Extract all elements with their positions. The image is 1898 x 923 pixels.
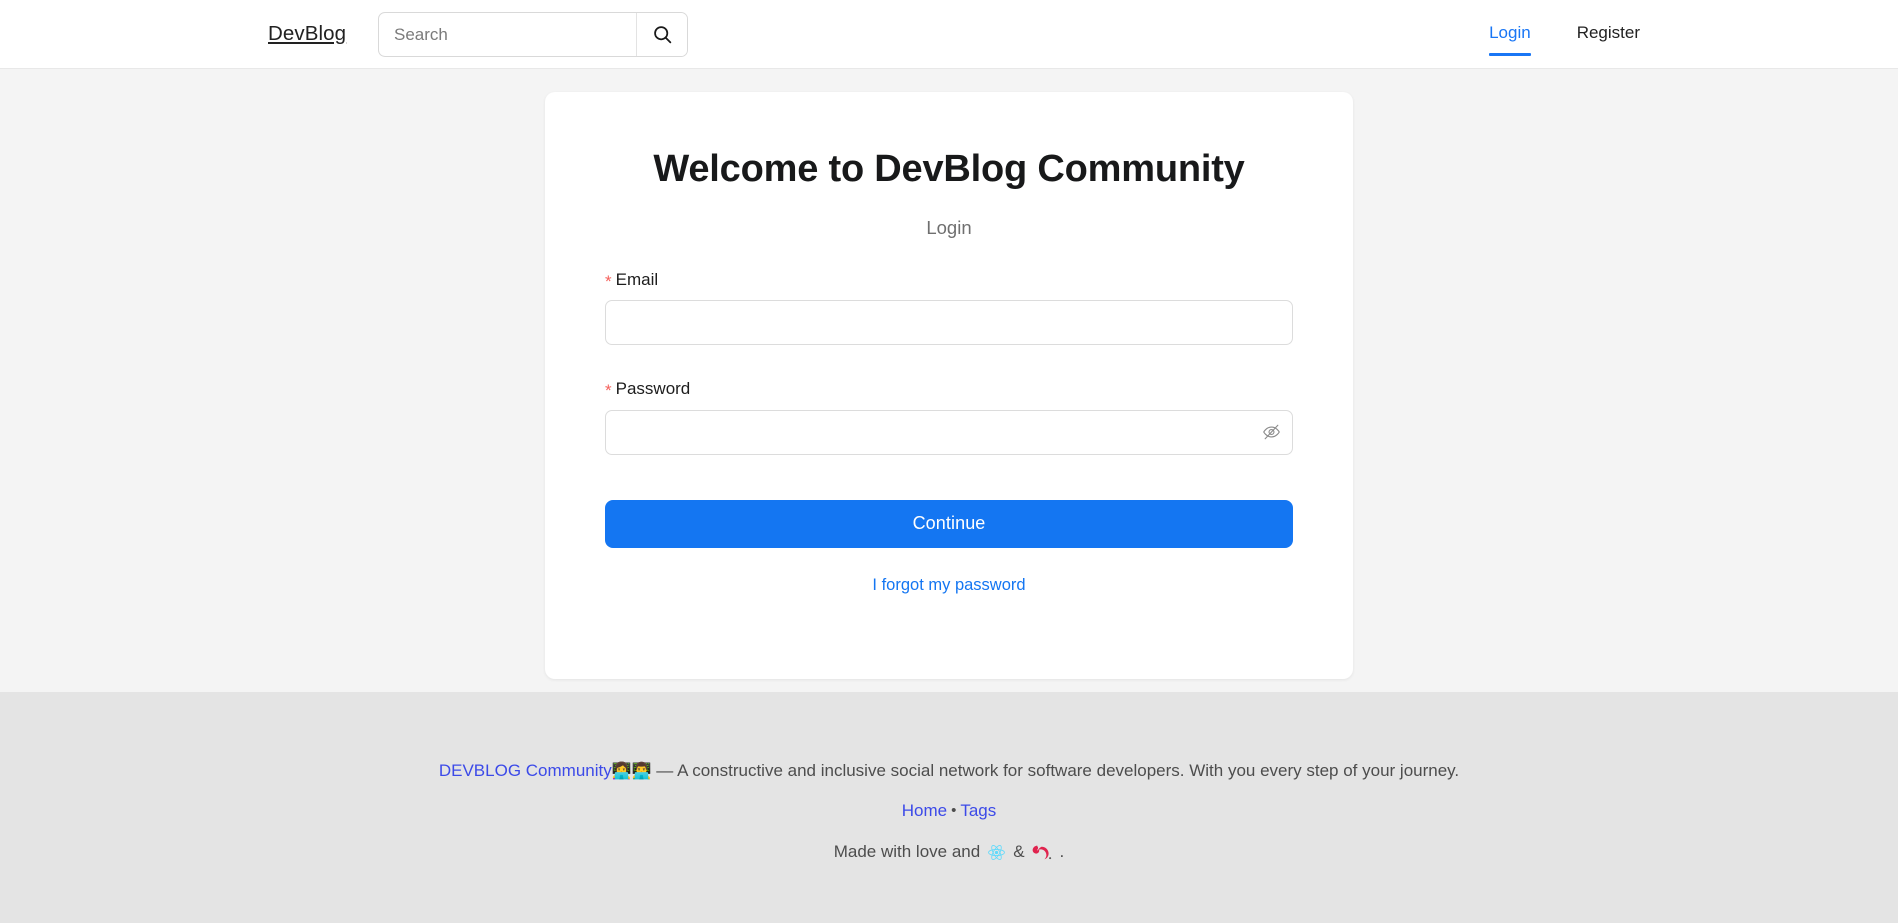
auth-card: Welcome to DevBlog Community Login * Emai…: [545, 92, 1353, 679]
password-input-wrap: [605, 409, 1293, 455]
nestjs-logo-icon: [1032, 842, 1053, 863]
login-form: * Email * Password Continue I forgot my …: [545, 239, 1353, 595]
password-visibility-toggle[interactable]: [1262, 423, 1281, 442]
main-content: Welcome to DevBlog Community Login * Emai…: [0, 69, 1898, 692]
password-input[interactable]: [605, 409, 1293, 455]
site-footer: DEVBLOG Community👩‍💻👨‍💻 — A constructive…: [0, 692, 1898, 923]
page-title: Welcome to DevBlog Community: [653, 148, 1245, 190]
site-header: DevBlog Login Register: [0, 0, 1898, 69]
brand-logo[interactable]: DevBlog: [268, 23, 346, 45]
made-with-joiner: &: [1013, 842, 1025, 862]
made-with-text: Made with love and: [833, 842, 981, 862]
footer-separator: •: [951, 801, 957, 819]
card-subtitle: Login: [926, 217, 972, 238]
nav-link-register[interactable]: Register: [1577, 0, 1640, 69]
password-label: * Password: [605, 379, 1293, 401]
footer-made-with: Made with love and & .: [0, 821, 1898, 863]
required-asterisk: *: [605, 272, 612, 291]
search-input[interactable]: [379, 13, 636, 56]
search-button[interactable]: [636, 13, 687, 56]
search-bar: [378, 12, 688, 57]
email-label: * Email: [605, 270, 1293, 291]
footer-tagline-text: — A constructive and inclusive social ne…: [651, 761, 1460, 780]
header-nav: Login Register: [1489, 0, 1898, 68]
react-logo-icon: [987, 843, 1006, 862]
required-asterisk: *: [605, 381, 612, 401]
email-input[interactable]: [605, 300, 1293, 346]
nestjs-logo: [1032, 845, 1051, 860]
email-label-text: Email: [615, 270, 659, 289]
search-icon: [653, 26, 671, 44]
footer-link-tags[interactable]: Tags: [960, 801, 996, 820]
continue-button[interactable]: Continue: [605, 499, 1293, 548]
footer-tagline: DEVBLOG Community👩‍💻👨‍💻 — A constructive…: [0, 692, 1898, 783]
forgot-password-row: I forgot my password: [605, 576, 1293, 595]
footer-link-home[interactable]: Home: [902, 801, 947, 820]
nav-link-login[interactable]: Login: [1489, 0, 1531, 69]
forgot-password-link[interactable]: I forgot my password: [872, 576, 1025, 594]
password-field-group: * Password: [605, 379, 1293, 455]
footer-brand-link[interactable]: DEVBLOG Community: [439, 761, 612, 780]
technologist-emoji: 👩‍💻👨‍💻: [611, 763, 652, 780]
eye-off-icon: [1263, 424, 1280, 440]
made-with-suffix: .: [1059, 842, 1065, 862]
react-logo: [988, 844, 1006, 860]
password-label-text: Password: [615, 379, 691, 399]
footer-nav: Home • Tags: [0, 783, 1898, 821]
email-field-group: * Email: [605, 270, 1293, 346]
